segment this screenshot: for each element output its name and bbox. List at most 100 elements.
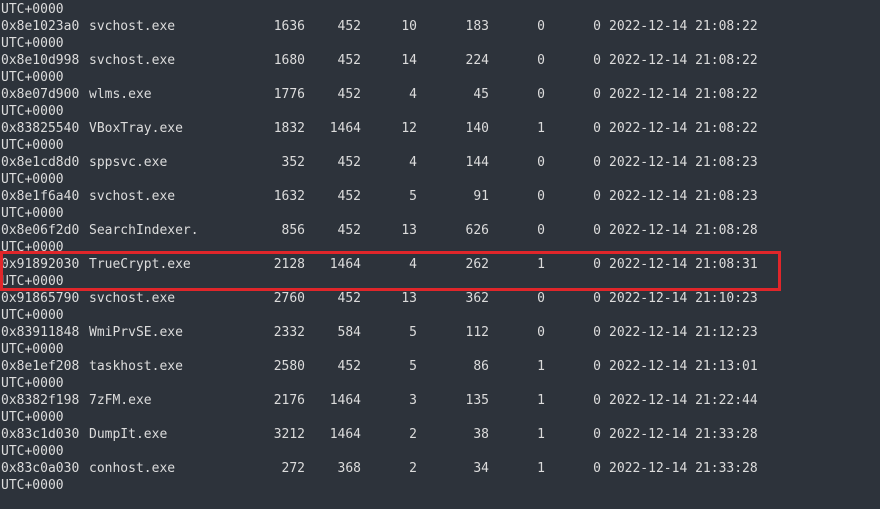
process-offset: 0x83825540 [1,121,80,136]
process-offset: 0x8e1ef208 [1,359,80,374]
process-pid: 3212 [273,427,305,442]
process-ppid: 452 [337,359,361,374]
process-wow64: 0 [593,19,601,34]
process-handles: 183 [465,19,489,34]
timezone-text: UTC+0000 [1,2,64,17]
process-wow64: 0 [593,87,601,102]
process-name: svchost.exe [89,189,176,204]
process-session: 0 [537,19,545,34]
process-offset: 0x8e07d900 [1,87,80,102]
process-wow64: 0 [593,223,601,238]
timezone-text: UTC+0000 [1,36,64,51]
process-handles: 112 [465,325,489,340]
process-offset: 0x8e1023a0 [1,19,80,34]
process-threads: 2 [409,427,417,442]
process-pid: 1636 [273,19,305,34]
process-session: 0 [537,155,545,170]
timezone-text: UTC+0000 [1,376,64,391]
process-offset: 0x8e1f6a40 [1,189,80,204]
process-handles: 38 [473,427,489,442]
timezone-text: UTC+0000 [1,478,64,493]
process-handles: 626 [465,223,489,238]
process-handles: 34 [473,461,489,476]
process-threads: 5 [409,359,417,374]
process-threads: 2 [409,461,417,476]
process-wow64: 0 [593,53,601,68]
process-offset: 0x8e10d998 [1,53,80,68]
process-pid: 2332 [273,325,305,340]
process-name: conhost.exe [89,461,176,476]
process-name: wlms.exe [89,87,152,102]
process-ppid: 368 [337,461,361,476]
process-ppid: 1464 [329,257,361,272]
timezone-text: UTC+0000 [1,444,64,459]
process-ppid: 452 [337,19,361,34]
timezone-text: UTC+0000 [1,70,64,85]
process-ppid: 452 [337,155,361,170]
process-wow64: 0 [593,359,601,374]
process-threads: 3 [409,393,417,408]
process-offset: 0x8e06f2d0 [1,223,80,238]
process-session: 1 [537,359,545,374]
process-handles: 140 [465,121,489,136]
process-pid: 1832 [273,121,305,136]
process-create-time: 2022-12-14 21:08:22 [609,87,758,102]
process-threads: 10 [401,19,417,34]
process-create-time: 2022-12-14 21:10:23 [609,291,758,306]
timezone-text: UTC+0000 [1,138,64,153]
process-threads: 13 [401,223,417,238]
process-offset: 0x91892030 [1,257,80,272]
process-wow64: 0 [593,291,601,306]
process-session: 0 [537,291,545,306]
process-create-time: 2022-12-14 21:33:28 [609,427,758,442]
process-handles: 91 [473,189,489,204]
process-name: TrueCrypt.exe [89,257,191,272]
process-wow64: 0 [593,155,601,170]
process-session: 0 [537,53,545,68]
process-threads: 12 [401,121,417,136]
process-session: 1 [537,427,545,442]
process-handles: 262 [465,257,489,272]
process-create-time: 2022-12-14 21:08:28 [609,223,758,238]
process-session: 0 [537,325,545,340]
process-threads: 13 [401,291,417,306]
process-create-time: 2022-12-14 21:08:22 [609,53,758,68]
process-wow64: 0 [593,121,601,136]
process-threads: 14 [401,53,417,68]
process-offset: 0x8e1cd8d0 [1,155,80,170]
timezone-text: UTC+0000 [1,308,64,323]
process-create-time: 2022-12-14 21:08:31 [609,257,758,272]
process-create-time: 2022-12-14 21:08:22 [609,121,758,136]
process-ppid: 1464 [329,393,361,408]
process-create-time: 2022-12-14 21:33:28 [609,461,758,476]
process-pid: 1776 [273,87,305,102]
process-pid: 2176 [273,393,305,408]
process-offset: 0x83c0a030 [1,461,80,476]
timezone-text: UTC+0000 [1,240,64,255]
process-wow64: 0 [593,427,601,442]
process-name: sppsvc.exe [89,155,168,170]
process-create-time: 2022-12-14 21:13:01 [609,359,758,374]
process-threads: 5 [409,325,417,340]
process-name: svchost.exe [89,19,176,34]
process-offset: 0x91865790 [1,291,80,306]
process-pid: 272 [281,461,305,476]
process-handles: 362 [465,291,489,306]
process-create-time: 2022-12-14 21:08:23 [609,155,758,170]
process-session: 1 [537,257,545,272]
process-pid: 2128 [273,257,305,272]
process-offset: 0x8382f198 [1,393,80,408]
process-name: WmiPrvSE.exe [89,325,183,340]
process-name: svchost.exe [89,53,176,68]
process-ppid: 452 [337,189,361,204]
process-ppid: 452 [337,223,361,238]
process-session: 0 [537,87,545,102]
process-name: VBoxTray.exe [89,121,183,136]
process-create-time: 2022-12-14 21:08:23 [609,189,758,204]
process-pid: 1632 [273,189,305,204]
timezone-text: UTC+0000 [1,104,64,119]
process-handles: 135 [465,393,489,408]
process-wow64: 0 [593,257,601,272]
timezone-text: UTC+0000 [1,410,64,425]
timezone-text: UTC+0000 [1,274,64,289]
